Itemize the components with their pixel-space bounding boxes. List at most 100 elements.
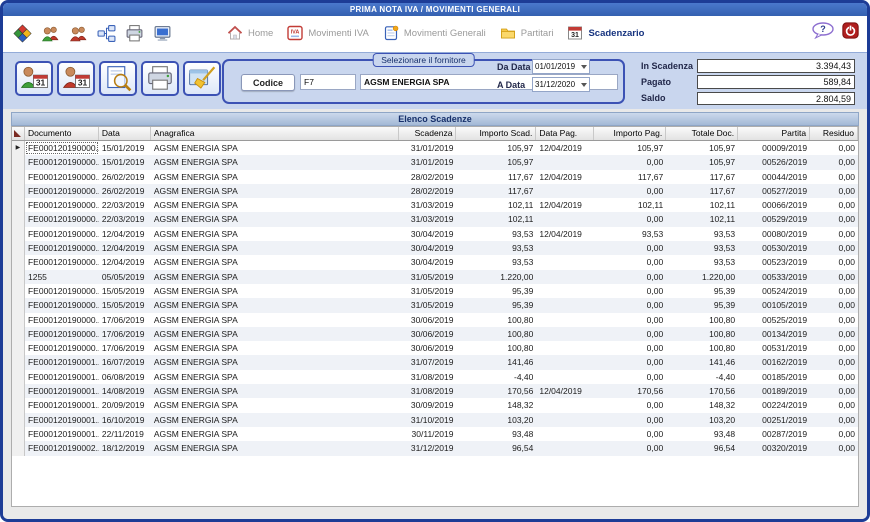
cell: [536, 155, 594, 169]
cell: 00524/2019: [762, 285, 808, 296]
cell: AGSM ENERGIA SPA: [153, 214, 238, 225]
column-header-documento[interactable]: Documento: [25, 127, 99, 140]
cell: 0,00: [646, 214, 664, 225]
nav-item-home[interactable]: Home: [227, 25, 273, 41]
cell: 00009/2019: [762, 143, 808, 153]
column-header-partita[interactable]: Partita: [738, 127, 811, 140]
monitor-icon[interactable]: [153, 24, 172, 43]
scadenze-grid: Documento Data Anagrafica Scadenza Importo S…: [11, 126, 859, 507]
table-row[interactable]: FE000120190001... 20/09/2019 AGSM ENERGIA …: [12, 398, 858, 413]
cell: 0,00: [838, 185, 856, 196]
nav-item-movimenti-iva[interactable]: IVA Movimenti IVA: [287, 25, 369, 41]
cell: 105,97: [709, 143, 736, 153]
cell: 105,97: [507, 143, 534, 153]
cell: 0,00: [838, 257, 856, 268]
table-row[interactable]: FE000120190000... 12/04/2019 AGSM ENERGIA …: [12, 226, 858, 242]
column-header-importo-scad[interactable]: Importo Scad.: [456, 127, 537, 140]
column-header-importo-pag[interactable]: Importo Pag.: [594, 127, 667, 140]
cell: [536, 241, 594, 255]
table-row[interactable]: FE000120190000... 17/06/2019 AGSM ENERGIA …: [12, 326, 858, 342]
column-header-data-pag[interactable]: Data Pag.: [536, 127, 595, 140]
table-row[interactable]: FE000120190001... 14/08/2019 AGSM ENERGIA …: [12, 384, 858, 399]
table-row[interactable]: FE000120190002... 18/12/2019 AGSM ENERGIA …: [12, 441, 858, 456]
column-header-anagrafica[interactable]: Anagrafica: [151, 127, 399, 140]
a-data-value: 31/12/2020: [535, 80, 576, 89]
table-row[interactable]: FE000120190000... 12/04/2019 AGSM ENERGIA …: [12, 241, 858, 256]
cell: AGSM ENERGIA SPA: [153, 157, 238, 168]
supplier-schedule-button[interactable]: 31: [57, 61, 95, 96]
cube-icon[interactable]: [13, 24, 32, 43]
a-data-label: A Data: [497, 80, 526, 90]
users-red-icon[interactable]: [69, 24, 88, 43]
cell: 31/05/2019: [410, 271, 454, 282]
cell: 30/06/2019: [410, 314, 454, 325]
iva-icon: IVA: [287, 25, 304, 41]
table-row[interactable]: FE000120190000... 15/05/2019 AGSM ENERGIA …: [12, 298, 858, 313]
cell: 30/04/2019: [410, 243, 454, 254]
codice-input[interactable]: [300, 74, 356, 90]
column-header-residuo[interactable]: Residuo: [810, 127, 858, 140]
table-row[interactable]: FE000120190001... 06/08/2019 AGSM ENERGIA …: [12, 369, 858, 385]
svg-text:31: 31: [78, 78, 88, 88]
home-icon: [227, 25, 243, 41]
customer-schedule-button[interactable]: 31: [15, 61, 53, 96]
org-chart-icon[interactable]: [97, 24, 116, 43]
column-header-data[interactable]: Data: [99, 127, 151, 140]
cell: 00134/2019: [762, 328, 808, 339]
table-row[interactable]: FE000120190000... 22/03/2019 AGSM ENERGIA …: [12, 212, 858, 227]
select-all-corner[interactable]: [12, 127, 25, 140]
da-data-select[interactable]: 01/01/2019: [532, 59, 590, 74]
print-button[interactable]: [141, 61, 179, 96]
column-header-totale-doc[interactable]: Totale Doc.: [666, 127, 739, 140]
a-data-select[interactable]: 31/12/2020: [532, 77, 590, 92]
table-row[interactable]: FE000120190000... 15/01/2019 AGSM ENERGIA …: [12, 155, 858, 170]
table-row[interactable]: ▶ FE000120190000... 15/01/2019 AGSM ENERGIA…: [12, 141, 858, 156]
table-row[interactable]: FE000120190001... 16/07/2019 AGSM ENERGIA …: [12, 355, 858, 370]
folder-icon: [500, 25, 516, 41]
table-row[interactable]: FE000120190000... 12/04/2019 AGSM ENERGIA …: [12, 255, 858, 270]
cell: FE000120190000...: [27, 171, 99, 182]
cell: 31/03/2019: [410, 200, 454, 211]
cell: 105,97: [637, 143, 664, 153]
nav-label: Movimenti Generali: [403, 27, 486, 39]
cell: 31/01/2019: [410, 143, 454, 153]
table-row[interactable]: FE000120190000... 26/02/2019 AGSM ENERGIA …: [12, 169, 858, 184]
table-row[interactable]: FE000120190000... 26/02/2019 AGSM ENERGIA …: [12, 183, 858, 199]
printer-icon[interactable]: [125, 24, 144, 43]
table-row[interactable]: FE000120190000... 17/06/2019 AGSM ENERGIA …: [12, 312, 858, 327]
cell: 00251/2019: [762, 414, 808, 425]
users-green-icon[interactable]: [41, 24, 60, 43]
cell: AGSM ENERGIA SPA: [153, 300, 238, 311]
cell: 141,46: [507, 357, 534, 368]
cell: 30/11/2019: [411, 428, 454, 439]
table-row[interactable]: FE000120190000... 15/05/2019 AGSM ENERGIA …: [12, 283, 858, 299]
table-row[interactable]: FE000120190000... 17/06/2019 AGSM ENERGIA …: [12, 341, 858, 356]
cell: 93,53: [512, 243, 534, 254]
cell: 0,00: [838, 386, 856, 397]
table-row[interactable]: FE000120190000... 22/03/2019 AGSM ENERGIA …: [12, 198, 858, 213]
codice-button[interactable]: Codice: [241, 74, 295, 91]
cell: 30/06/2019: [410, 343, 454, 354]
nav-item-movimenti-generali[interactable]: Movimenti Generali: [383, 25, 486, 41]
cell: FE000120190000...: [27, 285, 99, 296]
nav-item-scadenzario[interactable]: 31 Scadenzario: [567, 25, 644, 41]
power-icon[interactable]: [842, 22, 859, 39]
table-row[interactable]: FE000120190001... 16/10/2019 AGSM ENERGIA …: [12, 412, 858, 427]
cell: FE000120190002...: [27, 443, 99, 454]
cell: 0,00: [646, 328, 664, 339]
cell: 93,53: [512, 257, 534, 268]
cell: 16/07/2019: [101, 357, 145, 368]
table-row[interactable]: FE000120190001... 22/11/2019 AGSM ENERGIA …: [12, 426, 858, 442]
column-header-scadenza[interactable]: Scadenza: [399, 127, 457, 140]
cell: 00044/2019: [762, 171, 808, 182]
help-bubble-icon[interactable]: ?: [811, 22, 835, 40]
row-selector: [12, 341, 25, 356]
preview-button[interactable]: [99, 61, 137, 96]
cell: 18/12/2019: [101, 443, 145, 454]
cell: 12/04/2019: [539, 200, 582, 211]
cell: 12/04/2019: [101, 228, 145, 239]
nav-item-partitari[interactable]: Partitari: [500, 25, 553, 41]
chevron-down-icon: [581, 82, 587, 87]
clear-button[interactable]: [183, 61, 221, 96]
table-row[interactable]: 1255 05/05/2019 AGSM ENERGIA SPA 31/05/2019…: [12, 269, 858, 284]
